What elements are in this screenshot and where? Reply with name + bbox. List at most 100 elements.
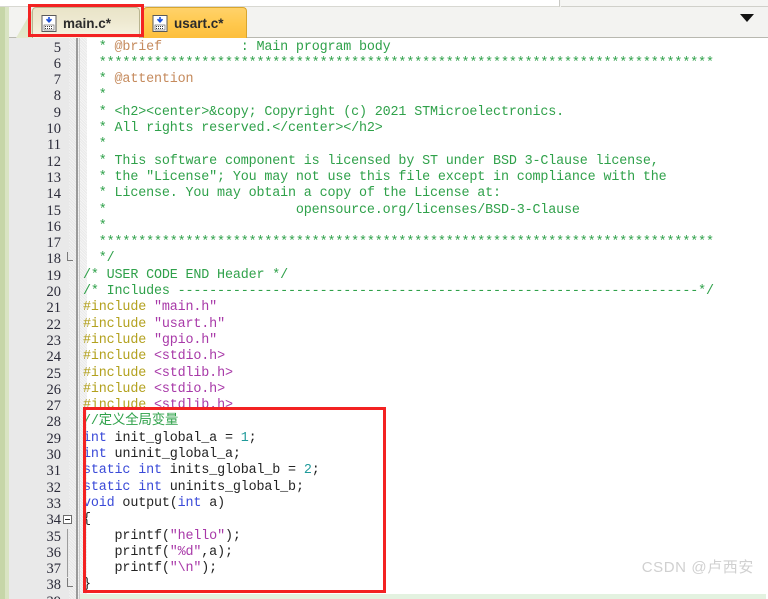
code-line: {: [83, 512, 91, 528]
line-number: 9: [53, 104, 61, 121]
code-token: int: [83, 447, 107, 462]
code-token: );: [201, 561, 218, 577]
code-token: ;: [311, 463, 320, 479]
code-token: * <h2><center>&copy; Copyright (c) 2021 …: [83, 104, 565, 120]
tab-usart-c[interactable]: usart.c*: [143, 7, 247, 38]
code-token: uninit_global_a;: [106, 447, 241, 462]
code-line: #include <stdlib.h>: [83, 398, 233, 414]
code-token: static: [83, 479, 131, 495]
line-number: 19: [46, 267, 62, 284]
code-line: void output(int a): [83, 496, 225, 512]
line-number: 6: [53, 55, 61, 72]
line-number: 27: [46, 398, 62, 415]
line-number: 37: [46, 561, 62, 578]
code-token: <stdio.h>: [153, 349, 225, 365]
code-line: *: [83, 137, 107, 153]
line-number: 12: [46, 153, 62, 170]
code-token: @attention: [114, 72, 194, 88]
code-token: * License. You may obtain a copy of the …: [83, 186, 501, 202]
code-token: * the "License"; You may not use this fi…: [83, 169, 667, 185]
code-line: //定义全局变量: [83, 414, 178, 430]
code-token: output(: [114, 495, 178, 511]
line-number: 39: [9, 594, 62, 599]
code-token: <stdlib.h>: [153, 365, 233, 381]
code-token: //定义全局变量: [83, 414, 179, 430]
fold-end-icon: [67, 252, 73, 262]
line-number: 8: [53, 88, 61, 105]
fold-guide-line: [67, 528, 68, 545]
code-token: a): [201, 495, 225, 511]
fold-collapse-icon[interactable]: [63, 515, 72, 525]
code-token: *: [83, 218, 107, 234]
code-token: #include: [83, 381, 154, 397]
line-number: 26: [46, 381, 62, 398]
code-token: : Main program body: [161, 39, 391, 55]
gutter-separator: [76, 38, 78, 599]
line-number: 5: [53, 39, 61, 56]
code-token: "main.h": [153, 300, 218, 316]
tab-label-main-c: main.c*: [63, 15, 112, 31]
line-number: 28: [46, 414, 62, 431]
code-token: 2: [303, 463, 312, 479]
line-number: 20: [46, 284, 62, 300]
code-token: <stdlib.h>: [153, 398, 233, 414]
code-token: }: [83, 577, 91, 593]
chevron-down-icon[interactable]: [740, 14, 754, 22]
code-token: #include: [83, 300, 154, 316]
code-line: #include <stdlib.h>: [83, 366, 233, 382]
code-token: ****************************************…: [83, 55, 714, 71]
code-line: /* USER CODE END Header */: [83, 268, 288, 284]
code-token: *: [83, 72, 115, 88]
code-token: */: [83, 251, 115, 267]
code-line: ****************************************…: [83, 56, 714, 72]
code-line: * opensource.org/licenses/BSD-3-Clause: [83, 203, 580, 219]
code-token: * opensource.org/licenses/BSD-3-Clause: [83, 202, 580, 218]
line-number: 17: [46, 235, 62, 252]
line-number: 11: [47, 137, 61, 154]
code-line: static int inits_global_b = 2;: [83, 463, 320, 479]
code-token: 1: [240, 430, 249, 446]
line-number: 13: [46, 169, 62, 186]
code-token: #include: [83, 398, 154, 414]
code-editor-window: main.c* usart.c* * @brief: Main program…: [0, 0, 768, 599]
tab-bar-top-edge-right: [561, 0, 768, 7]
code-line: static int uninits_global_b;: [83, 480, 304, 496]
code-token: *: [83, 39, 115, 55]
code-token: static: [83, 463, 131, 479]
c-source-file-icon: [41, 14, 57, 32]
line-number: 7: [53, 72, 61, 89]
code-line: printf("\n");: [83, 561, 218, 577]
code-token: int: [138, 463, 162, 479]
code-line: #include "main.h": [83, 300, 217, 316]
fold-guide-line: [67, 561, 68, 578]
code-token: "usart.h": [153, 316, 225, 332]
tab-main-c[interactable]: main.c*: [32, 7, 140, 38]
line-number: 16: [46, 218, 62, 235]
code-token: int: [138, 479, 162, 495]
code-line: ****************************************…: [83, 235, 714, 251]
code-token: #include: [83, 332, 154, 348]
code-token: ;: [248, 430, 257, 446]
code-token: #include: [83, 349, 154, 365]
editor-left-accent-inner: [5, 7, 9, 599]
code-text-area[interactable]: * @brief : Main program body ***********…: [80, 38, 768, 599]
editor-tab-bar: main.c* usart.c*: [0, 0, 768, 38]
code-line: * @attention: [83, 72, 194, 88]
code-token: #include: [83, 365, 154, 381]
c-source-file-icon: [152, 14, 168, 32]
code-token: * All rights reserved.</center></h2>: [83, 121, 383, 136]
code-line: *: [83, 219, 107, 235]
fold-end-icon: [67, 578, 73, 588]
code-token: init_global_a =: [106, 430, 241, 446]
line-number: 10: [46, 121, 62, 137]
line-number: 21: [46, 300, 62, 317]
line-number: 38: [46, 577, 62, 594]
code-editor-body[interactable]: * @brief : Main program body ***********…: [0, 38, 768, 599]
code-token: int: [177, 495, 202, 511]
code-token: /* USER CODE END Header */: [83, 267, 289, 283]
code-token: "\n": [169, 561, 202, 577]
code-token: *: [83, 88, 107, 104]
code-token: @brief: [114, 39, 162, 55]
code-token: printf(: [83, 528, 170, 544]
tab-label-usart-c: usart.c*: [174, 15, 224, 31]
